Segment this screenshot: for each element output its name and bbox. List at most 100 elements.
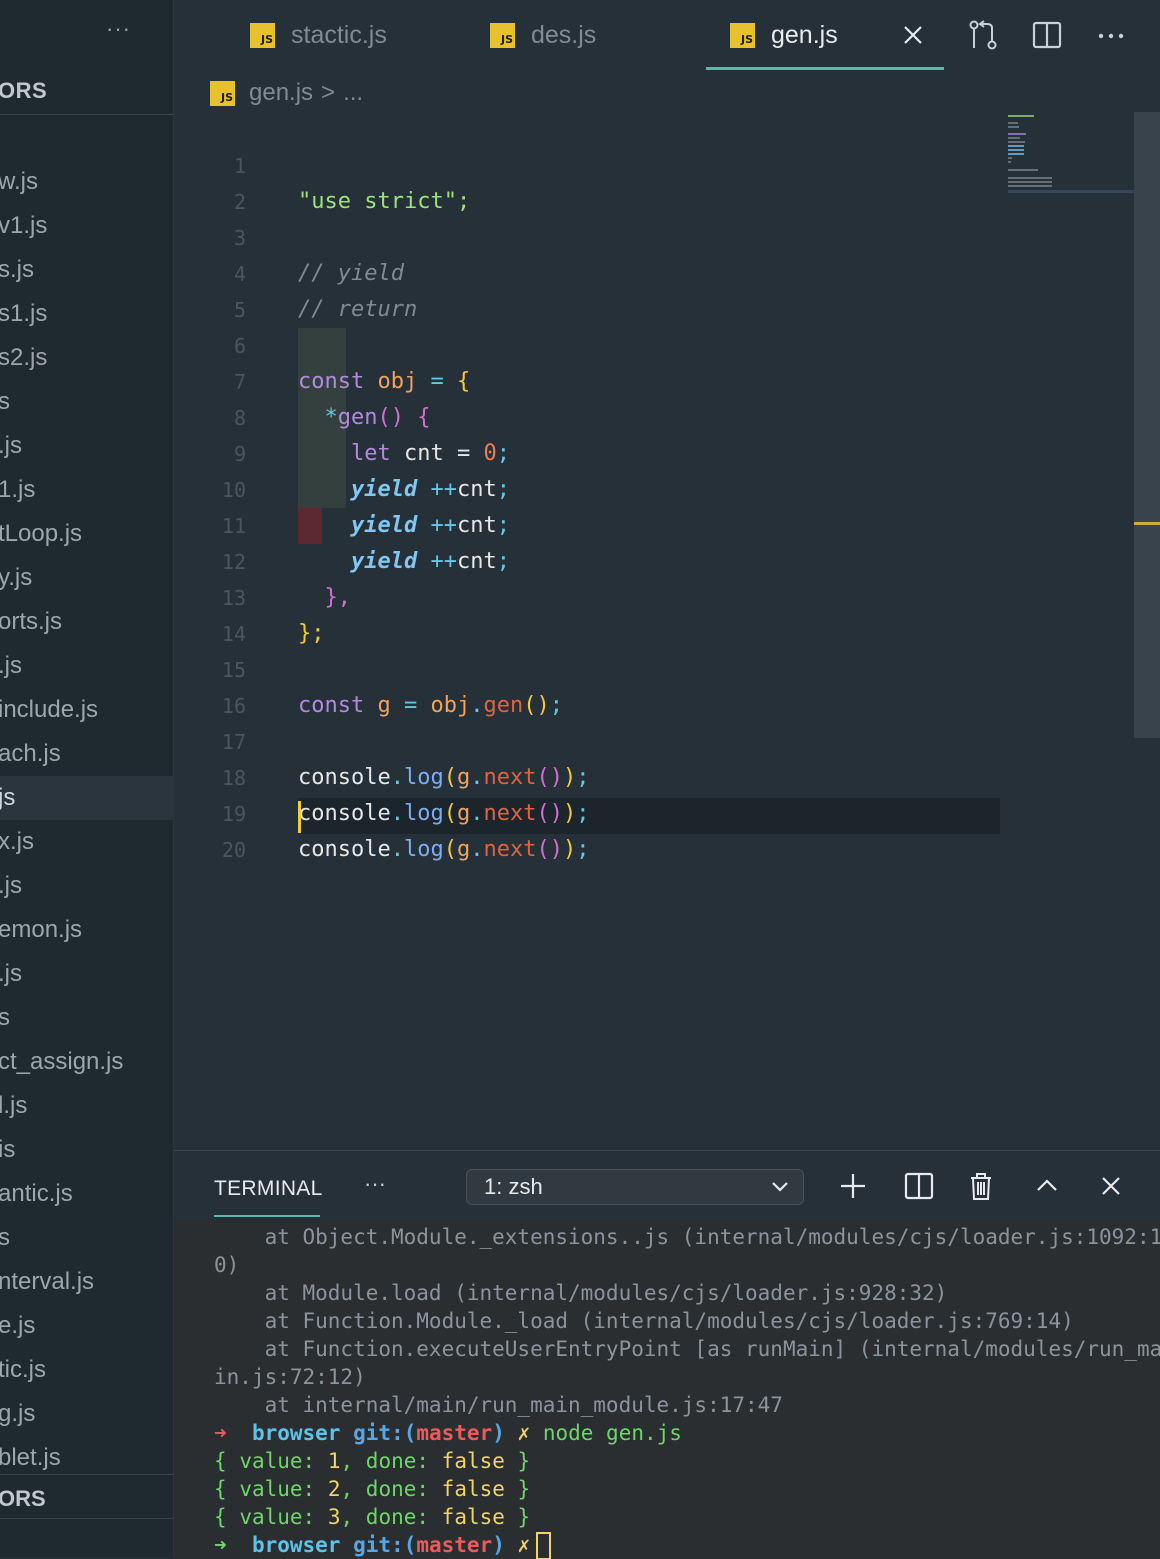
file-item[interactable]: s1.js [0,292,173,336]
file-item[interactable]: is [0,1128,173,1172]
file-item[interactable]: include.js [0,688,173,732]
prompt-git: git: [353,1533,404,1557]
editor-scrollbar[interactable] [1134,112,1160,738]
minimap[interactable] [1008,112,1134,193]
file-item[interactable]: 1.js [0,468,173,512]
file-list: w.jsv1.jss.jss1.jss2.jss.js1.jstLoop.jsy… [0,160,173,1480]
breadcrumb-file[interactable]: gen.js [249,79,313,107]
terminal-line: 0) [214,1253,240,1277]
file-item[interactable]: tLoop.js [0,512,173,556]
file-item[interactable]: y.js [0,556,173,600]
minimap-line [1008,145,1024,147]
code-line: 13 }; [174,544,1004,646]
file-item[interactable]: emon.js [0,908,173,952]
sidebar-more-button[interactable]: ··· [106,16,131,42]
file-item[interactable]: s [0,380,173,424]
terminal-line: at Object.Module._extensions..js (intern… [214,1225,1160,1249]
file-item[interactable]: v1.js [0,204,173,248]
file-item-label: l.js [0,1092,28,1119]
file-item[interactable]: js [0,776,173,820]
code-token: next [483,837,537,862]
code-line: 7 *gen() { [174,328,1004,430]
result-key: done: [365,1449,430,1473]
minimap-line [1008,133,1026,135]
code-token: g [456,837,471,862]
file-item[interactable]: l.js [0,1084,173,1128]
file-item-label: antic.js [0,1180,73,1207]
file-item[interactable]: e.js [0,1304,173,1348]
code-token: . [390,837,404,862]
breadcrumb-symbols[interactable]: ... [343,79,363,107]
file-item-label: e.js [0,1312,36,1339]
result-comma: , [340,1477,354,1501]
file-item-label: include.js [0,696,99,723]
chevron-up-icon[interactable] [1030,1169,1064,1203]
file-item[interactable]: s.js [0,248,173,292]
code-token: . [470,837,484,862]
tab-des-js[interactable]: JS des.js [490,0,596,70]
minimap-line [1008,161,1011,163]
file-item[interactable]: .js [0,864,173,908]
file-item[interactable]: x.js [0,820,173,864]
result-brace: } [517,1505,531,1529]
file-item[interactable]: .js [0,424,173,468]
file-item-label: x.js [0,828,34,855]
file-item[interactable]: tic.js [0,1348,173,1392]
file-item-label: s.js [0,256,34,283]
js-file-icon: JS [490,22,515,48]
explorer-sidebar: ··· ORS w.jsv1.jss.jss1.jss2.jss.js1.jst… [0,0,174,1558]
panel-more-button[interactable]: ··· [364,1171,386,1197]
file-item[interactable]: ach.js [0,732,173,776]
tab-gen-js[interactable]: JS gen.js [730,0,838,70]
file-item[interactable]: orts.js [0,600,173,644]
close-icon[interactable] [898,20,928,50]
terminal-line: at Module.load (internal/modules/cjs/loa… [214,1281,948,1305]
file-item[interactable]: g.js [0,1392,173,1436]
js-file-icon: JS [250,22,275,48]
file-item-label: is [0,1136,16,1163]
editor-tab-bar: JS stactic.js JS des.js JS gen.js [174,0,1160,72]
code-line: 19 console.log(g.next()); [174,760,1004,862]
active-tab-indicator [706,67,944,70]
file-item[interactable]: .js [0,952,173,996]
sidebar-divider [0,1474,173,1475]
file-item[interactable]: antic.js [0,1172,173,1216]
file-item-label: w.js [0,168,39,195]
file-item[interactable]: nterval.js [0,1260,173,1304]
tab-terminal[interactable]: TERMINAL [214,1177,323,1201]
outline-section-title[interactable]: ORS [0,1486,46,1512]
file-item[interactable]: ct_assign.js [0,1040,173,1084]
plus-icon[interactable] [836,1169,870,1203]
text-cursor [298,801,301,833]
more-actions-icon[interactable] [1094,18,1128,52]
split-editor-icon[interactable] [1030,18,1064,52]
minimap-line [1008,153,1024,155]
code-editor[interactable]: 1 "use strict"; 2 3 // yield 4 // return… [174,112,1160,1150]
result-key: value: [239,1505,316,1529]
code-line: 9 yield ++cnt; [174,400,1004,502]
file-item[interactable]: s2.js [0,336,173,380]
close-icon[interactable] [1094,1169,1128,1203]
trash-icon[interactable] [964,1169,998,1203]
result-key: value: [239,1449,316,1473]
result-key: value: [239,1477,316,1501]
result-comma: , [340,1449,354,1473]
prompt-branch: master [416,1533,493,1557]
minimap-line [1008,157,1012,159]
terminal-select[interactable]: 1: zsh [466,1169,804,1205]
js-file-icon: JS [210,80,235,106]
terminal-command: node gen.js [542,1421,682,1445]
line-number: 20 [221,838,246,862]
file-item[interactable]: s [0,996,173,1040]
breadcrumb: JS gen.js > ... [210,76,363,110]
terminal-output[interactable]: at Object.Module._extensions..js (intern… [174,1221,1160,1559]
split-terminal-icon[interactable] [902,1169,936,1203]
file-item[interactable]: w.js [0,160,173,204]
open-changes-icon[interactable] [966,18,1000,52]
code-line: 14 [174,580,1004,646]
file-item[interactable]: s [0,1216,173,1260]
tab-stactic-js[interactable]: JS stactic.js [250,0,387,70]
file-item[interactable]: .js [0,644,173,688]
open-editors-section-title[interactable]: ORS [0,78,47,104]
prompt-dirty-mark: ✗ [517,1421,531,1445]
